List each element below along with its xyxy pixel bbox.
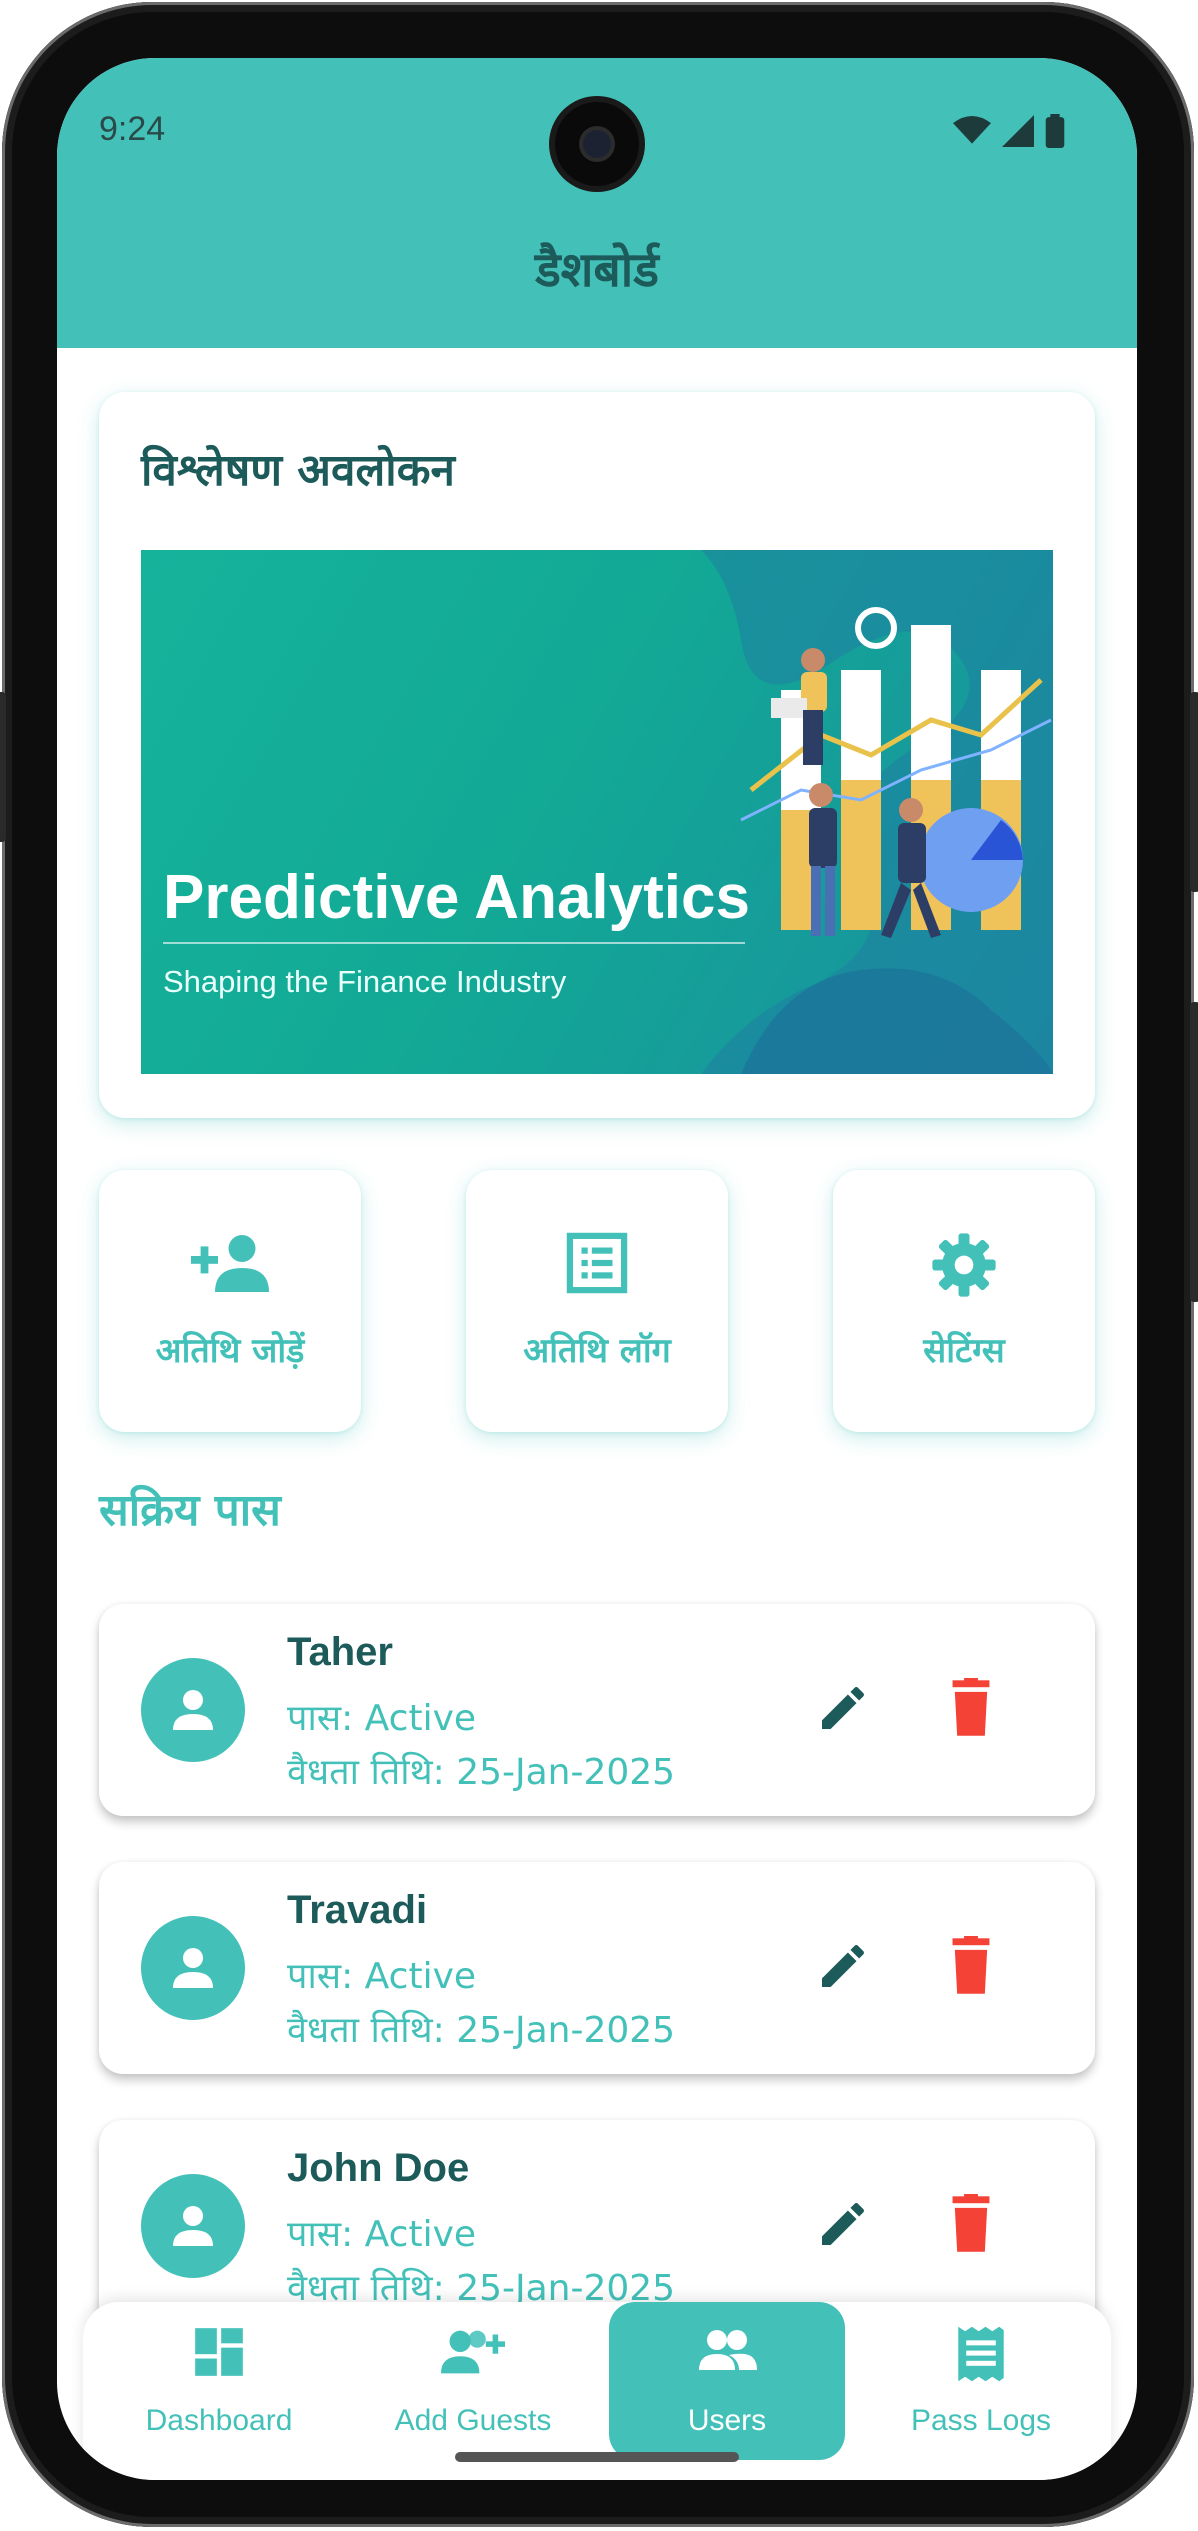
add-person-icon bbox=[191, 1235, 269, 1292]
edit-icon[interactable] bbox=[815, 1680, 871, 1736]
banner-divider bbox=[163, 942, 745, 944]
guest-name: Travadi bbox=[287, 1888, 428, 1932]
guest-card[interactable]: Travadi पास: Active वैधता तिथि: 25-Jan-2… bbox=[99, 1862, 1095, 2074]
volume-button bbox=[0, 692, 6, 842]
home-indicator[interactable] bbox=[455, 2452, 739, 2462]
delete-icon[interactable] bbox=[943, 1678, 999, 1738]
add-guest-label: अतिथि जोड़ें bbox=[155, 1331, 305, 1371]
guest-card[interactable]: John Doe पास: Active वैधता तिथि: 25-Jan-… bbox=[99, 2120, 1095, 2332]
front-camera bbox=[555, 102, 639, 186]
status-time: 9:24 bbox=[99, 110, 166, 148]
add-guest-action[interactable]: अतिथि जोड़ें bbox=[99, 1170, 361, 1432]
app-header: 9:24 डैशबोर्ड bbox=[57, 58, 1137, 348]
person-icon bbox=[173, 1690, 213, 1730]
banner-title: Predictive Analytics bbox=[163, 863, 750, 932]
nav-add-guests[interactable]: Add Guests bbox=[355, 2302, 591, 2460]
active-passes-title: सक्रिय पास bbox=[99, 1485, 281, 1536]
nav-users[interactable]: Users bbox=[609, 2302, 845, 2460]
nav-add-guests-label: Add Guests bbox=[394, 2404, 552, 2437]
status-icons bbox=[953, 114, 1065, 148]
battery-icon bbox=[1045, 114, 1065, 148]
guest-log-action[interactable]: अतिथि लॉग bbox=[466, 1170, 728, 1432]
validity-date: वैधता तिथि: 25-Jan-2025 bbox=[287, 2010, 676, 2051]
settings-action[interactable]: सेटिंग्स bbox=[833, 1170, 1095, 1432]
avatar bbox=[141, 2174, 245, 2278]
nav-dashboard-label: Dashboard bbox=[145, 2404, 293, 2437]
add-group-icon bbox=[441, 2330, 505, 2374]
validity-date: वैधता तिथि: 25-Jan-2025 bbox=[287, 1752, 676, 1793]
pass-status: पास: Active bbox=[287, 2214, 477, 2255]
person-icon bbox=[173, 2206, 213, 2246]
analytics-banner-image[interactable]: Predictive Analytics Shaping the Finance… bbox=[141, 550, 1053, 1074]
nav-users-label: Users bbox=[687, 2404, 767, 2437]
settings-label: सेटिंग्स bbox=[923, 1331, 1005, 1371]
person-icon bbox=[173, 1948, 213, 1988]
power-button bbox=[1190, 692, 1198, 892]
banner-subtitle: Shaping the Finance Industry bbox=[163, 964, 567, 999]
app-screen: 9:24 डैशबोर्ड विश्लेषण अवलोकन Predictive… bbox=[57, 58, 1137, 2480]
group-icon bbox=[699, 2330, 757, 2370]
nav-pass-logs-label: Pass Logs bbox=[910, 2404, 1052, 2437]
guest-name: Taher bbox=[287, 1630, 393, 1674]
guest-log-label: अतिथि लॉग bbox=[523, 1331, 671, 1371]
overview-title: विश्लेषण अवलोकन bbox=[141, 445, 455, 496]
edit-icon[interactable] bbox=[815, 2196, 871, 2252]
page-title: डैशबोर्ड bbox=[535, 242, 659, 298]
avatar bbox=[141, 1658, 245, 1762]
guest-card[interactable]: Taher पास: Active वैधता तिथि: 25-Jan-202… bbox=[99, 1604, 1095, 1816]
receipt-icon bbox=[958, 2326, 1004, 2382]
wifi-icon bbox=[953, 115, 991, 144]
analytics-overview-card: विश्लेषण अवलोकन Predictive Analytics Sha… bbox=[99, 392, 1095, 1118]
delete-icon[interactable] bbox=[943, 2194, 999, 2254]
nav-pass-logs[interactable]: Pass Logs bbox=[863, 2302, 1099, 2460]
delete-icon[interactable] bbox=[943, 1936, 999, 1996]
nav-dashboard[interactable]: Dashboard bbox=[101, 2302, 337, 2460]
list-icon bbox=[566, 1232, 628, 1294]
dashboard-icon bbox=[195, 2328, 243, 2376]
guest-name: John Doe bbox=[287, 2146, 470, 2190]
signal-icon bbox=[1002, 115, 1034, 147]
avatar bbox=[141, 1916, 245, 2020]
side-button bbox=[1190, 1002, 1198, 1302]
pass-status: पास: Active bbox=[287, 1956, 477, 1997]
edit-icon[interactable] bbox=[815, 1938, 871, 1994]
phone-frame: 9:24 डैशबोर्ड विश्लेषण अवलोकन Predictive… bbox=[0, 2, 1198, 2527]
gear-icon bbox=[932, 1233, 996, 1297]
pass-status: पास: Active bbox=[287, 1698, 477, 1739]
